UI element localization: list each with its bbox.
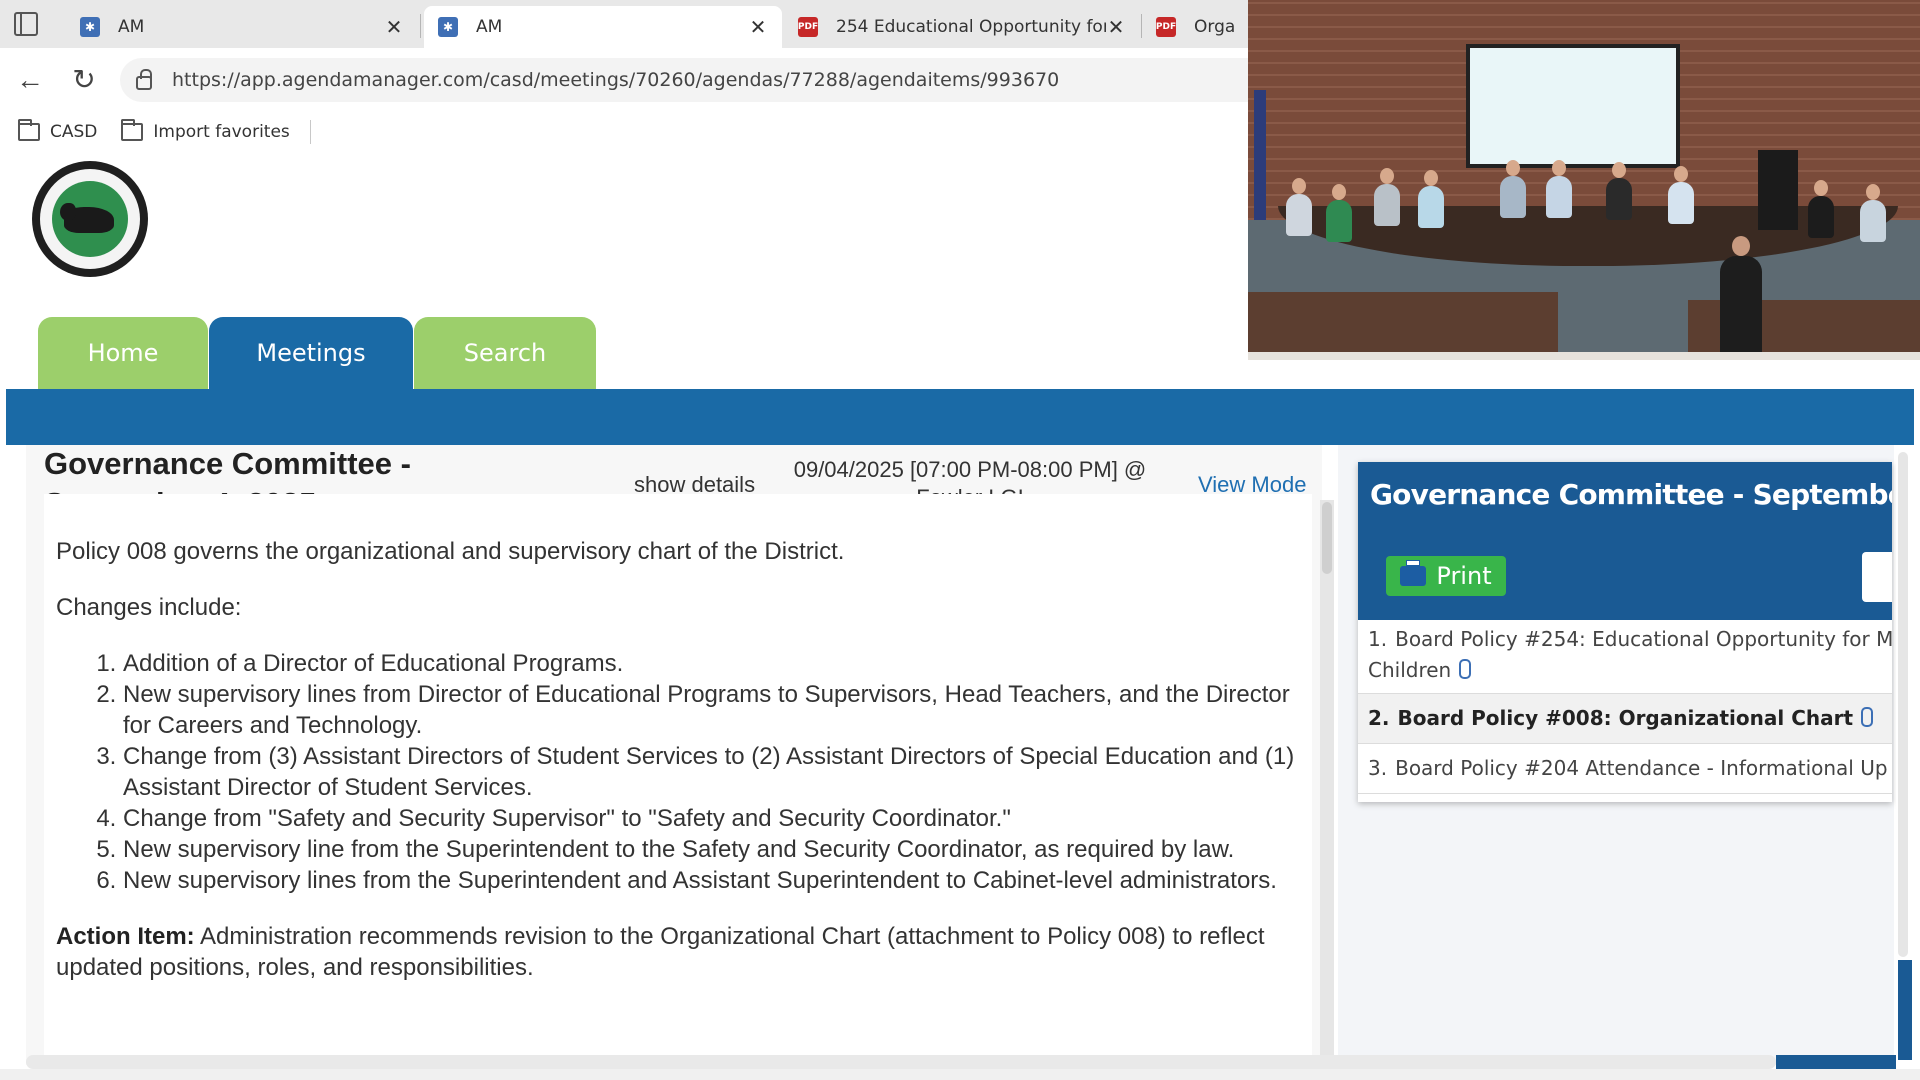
content-scrollbar[interactable] <box>1320 500 1334 1060</box>
pdf-icon: PDF <box>1156 17 1176 37</box>
favorites-divider <box>309 120 311 144</box>
agenda-panel-title: Governance Committee - September 4, 2 <box>1370 478 1892 511</box>
video-wall-screen <box>1466 44 1680 168</box>
printer-icon <box>1400 560 1427 586</box>
agenda-item-2-selected[interactable]: 2. Board Policy #008: Organizational Char… <box>1358 694 1892 744</box>
browser-tab-3[interactable]: PDF 254 Educational Opportunity for M ✕ <box>784 6 1140 48</box>
agenda-panel: Governance Committee - September 4, 2 Pr… <box>1358 462 1892 802</box>
list-item: Addition of a Director of Educational Pr… <box>123 648 1312 679</box>
video-speaker <box>1720 236 1762 360</box>
address-bar-row: ← ↻ https://app.agendamanager.com/casd/m… <box>0 48 1248 112</box>
favorite-casd[interactable]: CASD <box>18 119 98 142</box>
tab-label: AM <box>118 17 145 37</box>
sidebar-scroll-indicator <box>1898 960 1912 1060</box>
action-item-label: Action Item: <box>56 923 195 950</box>
item-label: Board Policy #254: Educational Opportuni… <box>1395 627 1892 651</box>
lock-icon[interactable] <box>136 69 152 90</box>
close-icon[interactable]: ✕ <box>1106 15 1126 39</box>
folder-icon <box>18 119 40 141</box>
favorites-bar: CASD Import favorites <box>0 112 1248 152</box>
video-lectern <box>1758 150 1798 230</box>
horizontal-scrollbar[interactable] <box>26 1055 1776 1069</box>
item-label-continued: Children <box>1368 658 1452 682</box>
horizontal-scroll-indicator <box>1776 1055 1896 1069</box>
policy-summary: Policy 008 governs the organizational an… <box>56 538 845 565</box>
nav-tab-search[interactable]: Search <box>414 317 596 389</box>
video-bottom-edge <box>1248 352 1920 360</box>
item-number: 2. <box>1368 706 1390 730</box>
list-item: Change from (3) Assistant Directors of S… <box>123 741 1312 803</box>
video-person <box>1418 170 1444 228</box>
tab-label: Organi <box>1194 17 1234 37</box>
paperclip-icon[interactable] <box>1459 658 1472 679</box>
changes-heading: Changes include: <box>56 594 242 621</box>
browser-tab-strip: ✱ AM ✕ ✱ AM ✕ PDF 254 Educational Opport… <box>0 0 1248 48</box>
tab-actions-icon[interactable] <box>14 12 38 36</box>
panel-toggle-button[interactable] <box>1862 552 1892 602</box>
bison-emblem-icon <box>52 181 128 257</box>
video-desk <box>1248 292 1558 360</box>
item-number: 3. <box>1368 756 1388 780</box>
action-item: Action Item: Administration recommends r… <box>56 921 1312 983</box>
agenda-item-1[interactable]: 1. Board Policy #254: Educational Opportu… <box>1358 624 1892 694</box>
print-button[interactable]: Print <box>1386 556 1506 596</box>
import-favorites-icon <box>121 119 144 141</box>
paperclip-icon[interactable] <box>1861 706 1874 727</box>
browser-tab-4[interactable]: PDF Organi <box>1142 6 1248 48</box>
agenda-item-3[interactable]: 3. Board Policy #204 Attendance - Informa… <box>1358 744 1892 794</box>
list-item: New supervisory line from the Superinten… <box>123 834 1312 865</box>
agendamanager-icon: ✱ <box>438 17 458 37</box>
video-person <box>1374 168 1400 226</box>
url-field[interactable]: https://app.agendamanager.com/casd/meeti… <box>120 58 1248 102</box>
video-person <box>1286 178 1312 236</box>
sidebar-scrollbar-thumb[interactable] <box>1898 452 1908 957</box>
close-icon[interactable]: ✕ <box>384 15 404 39</box>
video-person <box>1606 162 1632 220</box>
item-label: Board Policy #008: Organizational Chart <box>1397 706 1854 730</box>
print-label: Print <box>1436 562 1492 590</box>
district-logo[interactable] <box>32 161 148 277</box>
item-number: 1. <box>1368 627 1388 651</box>
agenda-item-body: Policy 008 governs the organizational an… <box>44 494 1312 1060</box>
logo-seal-ring <box>40 169 140 269</box>
favorite-import[interactable]: Import favorites <box>121 119 290 142</box>
video-person <box>1546 160 1572 218</box>
browser-tab-1[interactable]: ✱ AM ✕ <box>66 6 418 48</box>
back-arrow-icon[interactable]: ← <box>14 64 46 96</box>
pdf-icon: PDF <box>798 17 818 37</box>
close-icon[interactable]: ✕ <box>748 15 768 39</box>
tab-label: 254 Educational Opportunity for M <box>836 17 1106 37</box>
content-scrollbar-thumb[interactable] <box>1322 502 1332 574</box>
video-person <box>1860 184 1886 242</box>
browser-tab-2-active[interactable]: ✱ AM ✕ <box>424 6 782 48</box>
agenda-panel-header: Governance Committee - September 4, 2 Pr… <box>1358 462 1892 620</box>
changes-list: Addition of a Director of Educational Pr… <box>44 648 1312 896</box>
action-item-text: Administration recommends revision to th… <box>56 923 1265 981</box>
bottom-strip <box>0 1069 1920 1080</box>
list-item: New supervisory lines from the Superinte… <box>123 865 1312 896</box>
nav-tab-home[interactable]: Home <box>38 317 208 389</box>
list-item: Change from "Safety and Security Supervi… <box>123 803 1312 834</box>
nav-tab-meetings[interactable]: Meetings <box>209 317 413 389</box>
tab-label: AM <box>476 17 503 37</box>
item-label: Board Policy #204 Attendance - Informati… <box>1395 756 1888 780</box>
url-text: https://app.agendamanager.com/casd/meeti… <box>172 69 1060 91</box>
meeting-video-feed[interactable] <box>1248 0 1920 360</box>
tab-divider <box>420 14 421 38</box>
favorite-label: CASD <box>50 122 98 142</box>
video-person <box>1668 166 1694 224</box>
video-person <box>1808 180 1834 238</box>
nav-band <box>6 389 1914 445</box>
list-item: New supervisory lines from Director of E… <box>123 679 1312 741</box>
video-person <box>1326 184 1352 242</box>
favorite-label: Import favorites <box>153 122 290 142</box>
video-person <box>1500 160 1526 218</box>
agendamanager-icon: ✱ <box>80 17 100 37</box>
refresh-icon[interactable]: ↻ <box>68 64 100 96</box>
